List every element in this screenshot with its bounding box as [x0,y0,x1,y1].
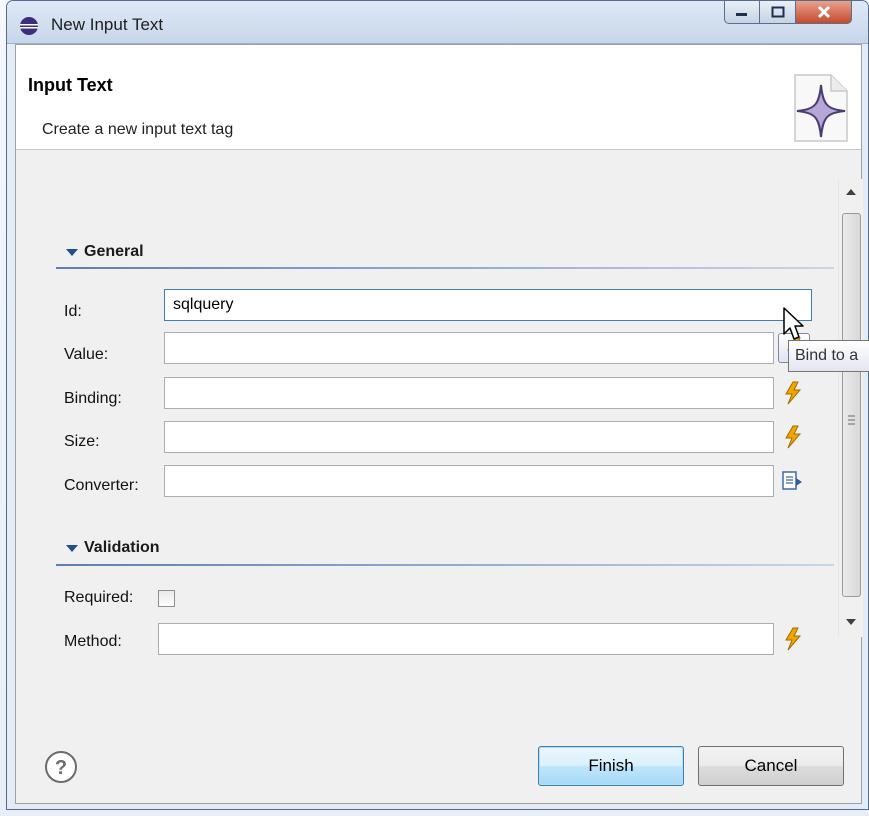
window-title: New Input Text [51,15,164,34]
binding-tooltip: Bind to a [788,340,869,372]
method-label: Method: [64,633,122,650]
title-bar: New Input Text [7,1,868,44]
converter-browse-icon[interactable] [780,469,804,493]
value-field[interactable] [164,332,774,364]
minimize-icon [736,13,747,16]
scroll-up-arrow-icon[interactable] [839,181,863,203]
svg-text:?: ? [55,757,67,779]
finish-button[interactable]: Finish [538,746,684,786]
maximize-icon [771,6,784,18]
minimize-button[interactable] [724,1,760,24]
id-label: Id: [64,303,82,320]
collapse-general-icon[interactable] [66,249,78,256]
section-title-validation: Validation [84,539,160,556]
cancel-button[interactable]: Cancel [698,746,844,786]
form-area: General Id: Value: Binding: Size: [18,169,836,693]
size-label: Size: [64,433,100,450]
method-bolt-icon[interactable] [782,627,804,651]
window-controls [724,1,852,25]
binding-field[interactable] [164,377,774,409]
value-label: Value: [64,346,109,363]
dialog-window: New Input Text Input Text Create a new i… [6,0,869,810]
wizard-description: Create a new input text tag [42,121,234,138]
vertical-scrollbar[interactable] [838,179,863,637]
mouse-pointer-icon [783,307,804,340]
scrollbar-thumb[interactable] [842,213,861,597]
size-field[interactable] [164,421,774,453]
general-section-rule [56,267,834,269]
help-icon[interactable]: ? [44,750,78,784]
collapse-validation-icon[interactable] [66,545,78,552]
required-checkbox[interactable] [158,590,175,607]
size-bolt-icon[interactable] [782,425,804,449]
method-field[interactable] [158,623,774,655]
id-field[interactable] [164,289,812,321]
close-icon [817,5,830,19]
dialog-client-area: Input Text Create a new input text tag G… [15,44,863,804]
section-title-general: General [84,243,144,260]
close-button[interactable] [796,1,852,24]
binding-bolt-icon[interactable] [782,381,804,405]
wizard-header: Input Text Create a new input text tag [16,45,861,150]
screen: New Input Text Input Text Create a new i… [0,0,869,816]
eclipse-icon [20,17,38,35]
required-label: Required: [64,589,134,606]
scroll-down-arrow-icon[interactable] [839,611,863,633]
star-document-icon [794,74,848,142]
validation-section-rule [56,564,834,566]
converter-field[interactable] [164,465,774,497]
converter-label: Converter: [64,477,139,494]
binding-label: Binding: [64,390,122,407]
wizard-title: Input Text [28,75,113,95]
maximize-button[interactable] [760,1,796,24]
grip-icon [848,415,855,425]
